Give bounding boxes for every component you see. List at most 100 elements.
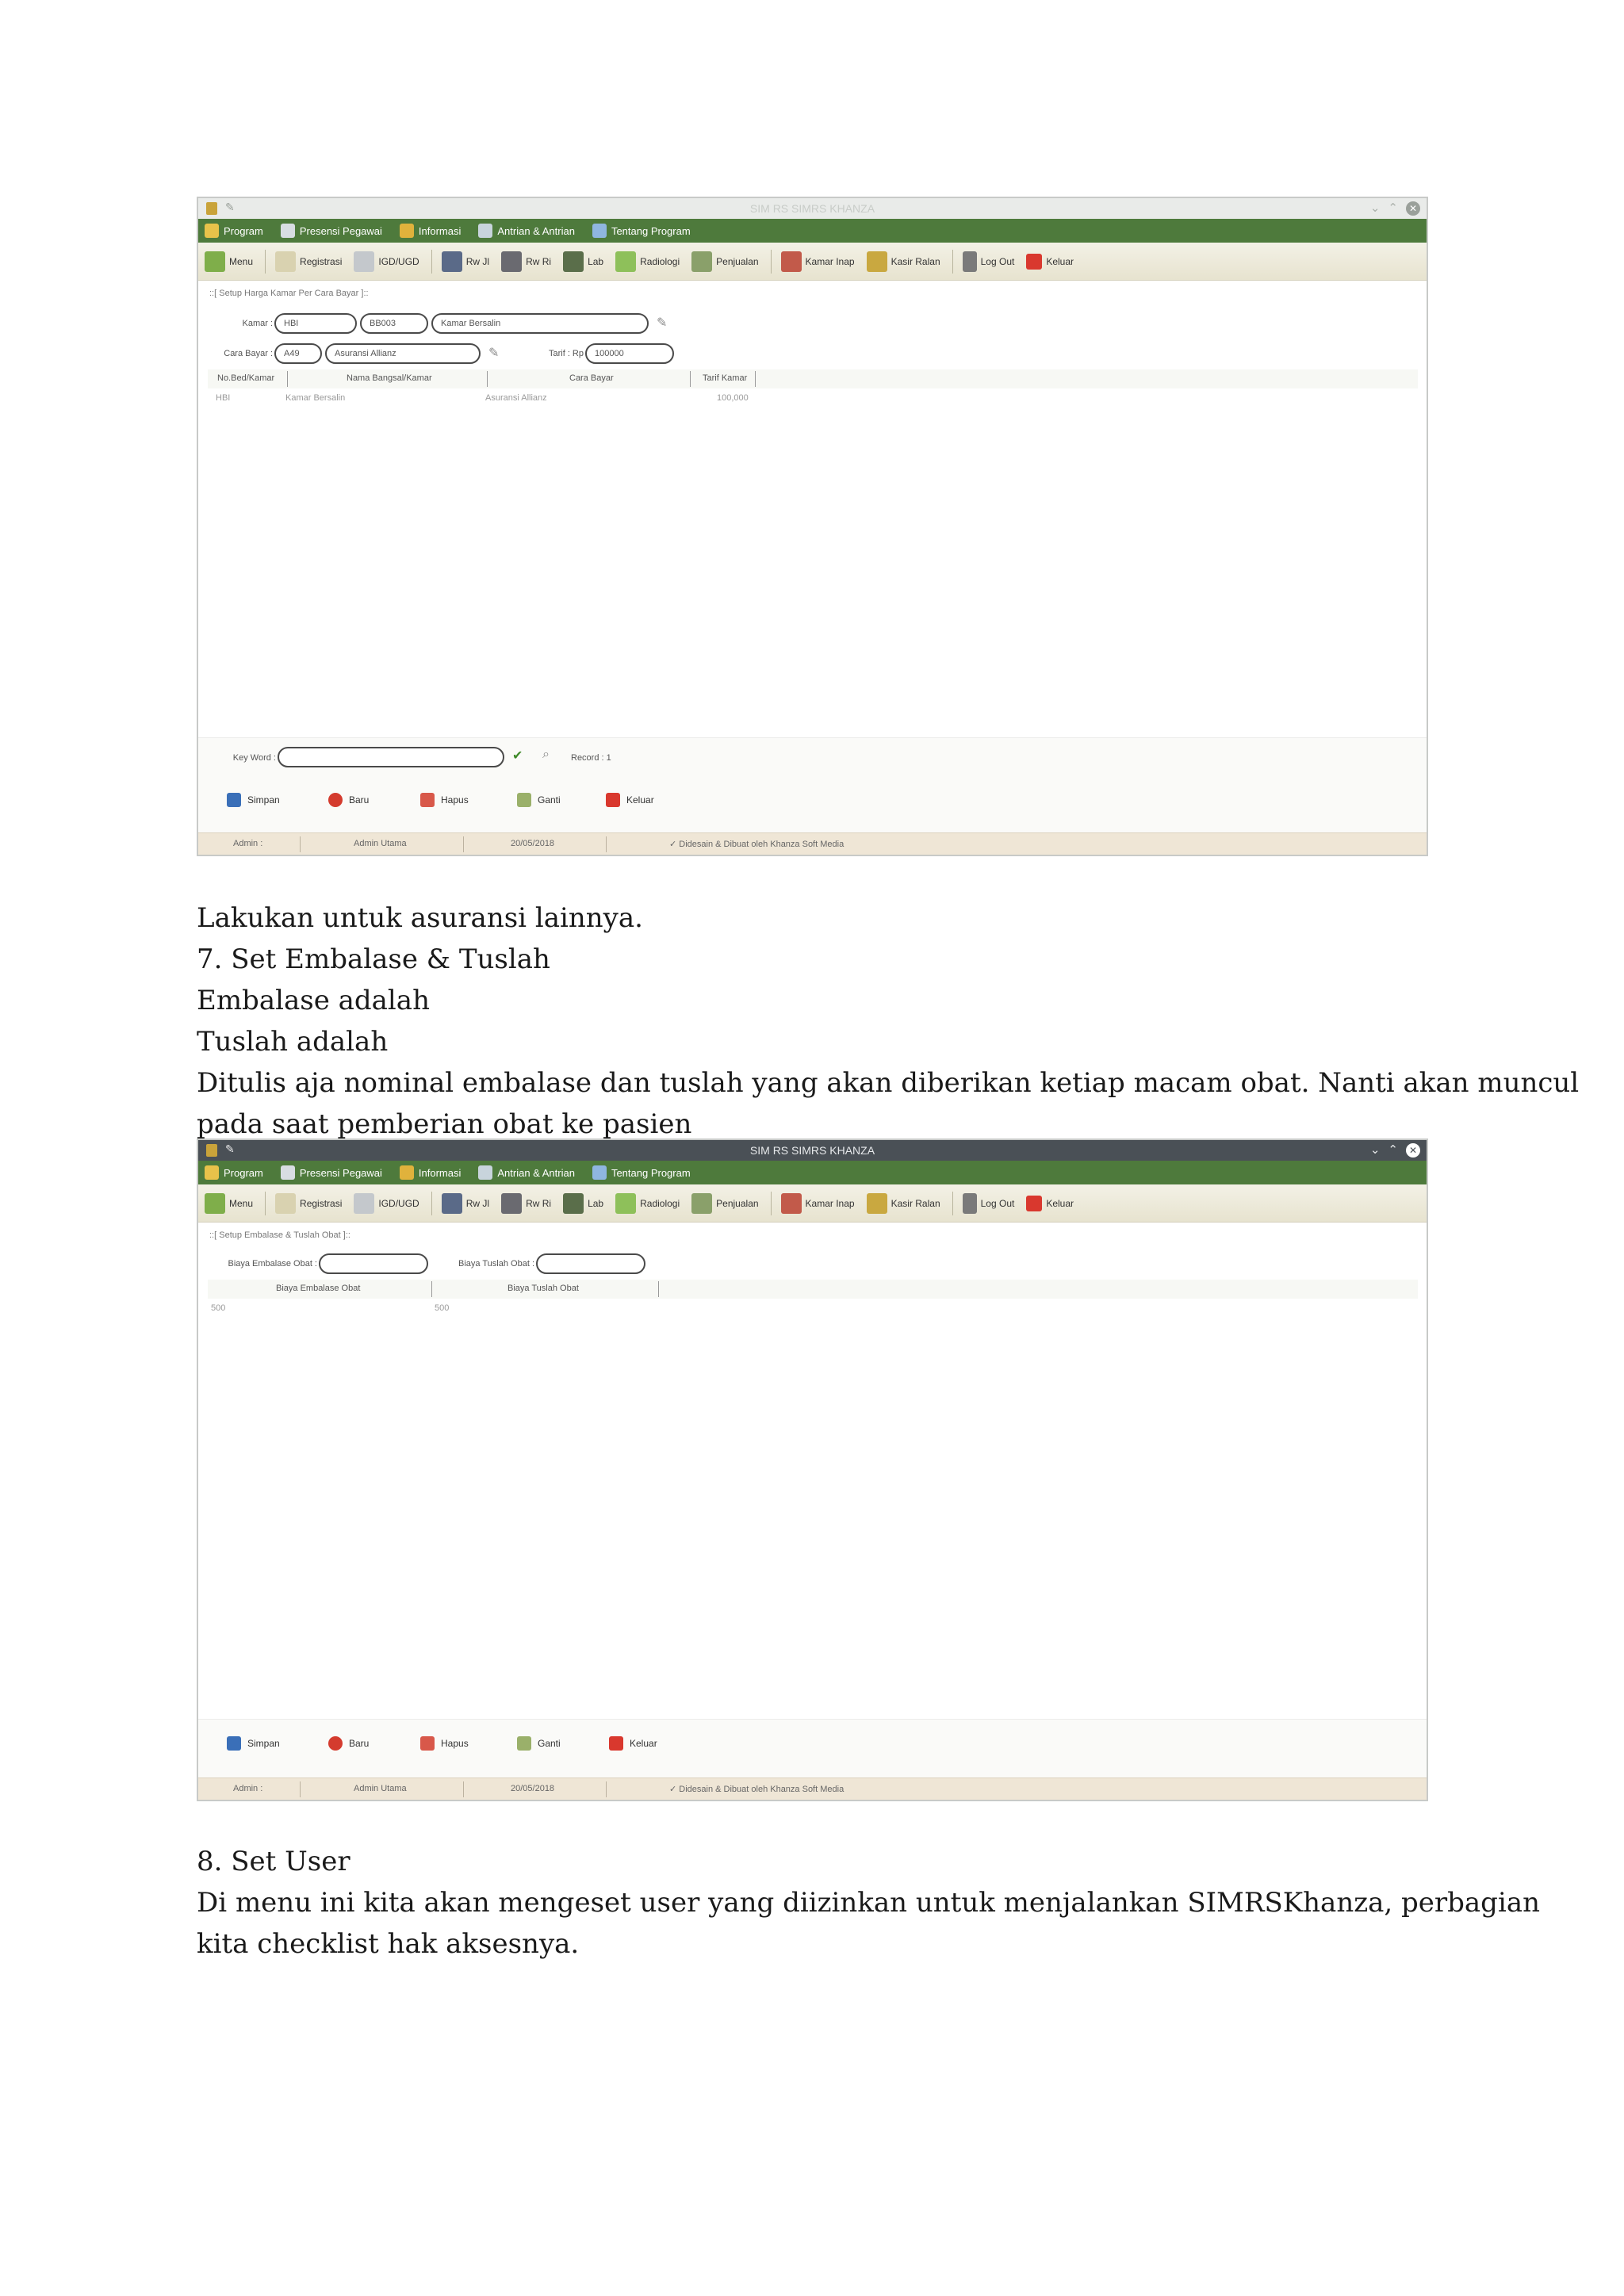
menu-antrian[interactable]: Antrian & Antrian: [478, 1165, 575, 1180]
col-header[interactable]: Cara Bayar: [569, 373, 614, 383]
menu-program[interactable]: Program: [205, 1165, 263, 1180]
exit-icon: [609, 1736, 623, 1751]
button-label: Simpan: [247, 1738, 280, 1749]
maximize-icon[interactable]: ⌃: [1388, 201, 1406, 215]
menu-bar: Program Presensi Pegawai Informasi Antri…: [198, 1161, 1427, 1184]
tuslah-label: Biaya Tuslah Obat :: [458, 1259, 534, 1269]
embalase-field[interactable]: [319, 1253, 428, 1274]
toolbar-kasir[interactable]: Kasir Ralan: [866, 1192, 940, 1214]
toolbar-label: Lab: [588, 255, 604, 267]
baru-button[interactable]: Baru: [328, 1736, 369, 1751]
minimize-icon[interactable]: ⌄: [1370, 1143, 1388, 1157]
menu-informasi[interactable]: Informasi: [399, 224, 461, 238]
toolbar-penjualan[interactable]: Penjualan: [691, 251, 759, 272]
menu-label: Antrian & Antrian: [497, 224, 575, 237]
pick-kamar-icon[interactable]: ✎: [657, 315, 667, 331]
toolbar-logout[interactable]: Log Out: [962, 251, 1015, 272]
toolbar-label: Radiologi: [640, 1197, 680, 1209]
button-label: Ganti: [538, 1738, 561, 1749]
lab-icon: [563, 251, 584, 272]
window-controls: ⌄⌃ ✕: [1370, 1142, 1420, 1158]
toolbar-lab[interactable]: Lab: [563, 251, 603, 272]
toolbar-label: Log Out: [980, 255, 1015, 267]
toolbar-penjualan[interactable]: Penjualan: [691, 1192, 759, 1214]
col-header[interactable]: Biaya Tuslah Obat: [508, 1284, 579, 1293]
toolbar-rawat-inap[interactable]: Rw Ri: [501, 1192, 551, 1214]
column-separator: [431, 1281, 432, 1297]
toolbar-label: Rw Ri: [526, 255, 552, 267]
cara-bayar-code-field[interactable]: A49: [274, 343, 322, 364]
toolbar-kamar-inap[interactable]: Kamar Inap: [780, 251, 855, 272]
toolbar-keluar[interactable]: Keluar: [1026, 1195, 1074, 1211]
toolbar-keluar[interactable]: Keluar: [1026, 253, 1074, 270]
menu-presensi[interactable]: Presensi Pegawai: [280, 224, 382, 238]
status-name: Admin Utama: [354, 839, 407, 848]
menu-presensi[interactable]: Presensi Pegawai: [280, 1165, 382, 1180]
keluar-button[interactable]: Keluar: [606, 793, 654, 807]
maximize-icon[interactable]: ⌃: [1388, 1143, 1406, 1157]
col-header[interactable]: Tarif Kamar: [703, 373, 747, 383]
col-header[interactable]: Biaya Embalase Obat: [276, 1284, 360, 1293]
close-icon[interactable]: ✕: [1406, 1143, 1420, 1158]
check-icon[interactable]: ✔: [512, 748, 523, 763]
menu-tentang[interactable]: Tentang Program: [592, 224, 691, 238]
baru-button[interactable]: Baru: [328, 793, 369, 807]
keluar-button[interactable]: Keluar: [609, 1736, 657, 1751]
toolbar-lab[interactable]: Lab: [563, 1192, 603, 1214]
toolbar-separator: [952, 249, 953, 274]
toolbar-radiologi[interactable]: Radiologi: [615, 1192, 680, 1214]
simpan-button[interactable]: Simpan: [227, 793, 280, 807]
tarif-field[interactable]: 100000: [585, 343, 674, 364]
toolbar-menu[interactable]: Menu: [205, 1192, 253, 1214]
toolbar-label: Rw Jl: [465, 1197, 490, 1209]
toolbar-label: Keluar: [1046, 1197, 1074, 1209]
menu-program[interactable]: Program: [205, 224, 263, 238]
menu-tentang[interactable]: Tentang Program: [592, 1165, 691, 1180]
toolbar-igd[interactable]: IGD/UGD: [354, 1192, 419, 1214]
keyword-field[interactable]: [278, 747, 504, 767]
logout-icon: [962, 251, 977, 272]
toolbar-igd[interactable]: IGD/UGD: [354, 251, 419, 272]
toolbar-kasir[interactable]: Kasir Ralan: [866, 251, 940, 272]
hapus-button[interactable]: Hapus: [420, 1736, 469, 1751]
col-header[interactable]: No.Bed/Kamar: [217, 373, 274, 383]
program-icon: [205, 224, 219, 238]
toolbar-label: IGD/UGD: [378, 1197, 419, 1209]
toolbar-kamar-inap[interactable]: Kamar Inap: [780, 1192, 855, 1214]
tuslah-field[interactable]: [536, 1253, 645, 1274]
col-header[interactable]: Nama Bangsal/Kamar: [347, 373, 432, 383]
toolbar-rawat-inap[interactable]: Rw Ri: [501, 251, 551, 272]
status-credit: ✓ Didesain & Dibuat oleh Khanza Soft Med…: [669, 840, 845, 849]
menu-antrian[interactable]: Antrian & Antrian: [478, 224, 575, 238]
toolbar-radiologi[interactable]: Radiologi: [615, 251, 680, 272]
kamar-name-field[interactable]: Kamar Bersalin: [431, 313, 649, 334]
cara-bayar-name-field[interactable]: Asuransi Allianz: [325, 343, 481, 364]
kamar-code-field[interactable]: HBI: [274, 313, 357, 334]
minimize-icon[interactable]: ⌄: [1370, 201, 1388, 215]
toolbar-logout[interactable]: Log Out: [962, 1192, 1014, 1214]
cell: 500: [211, 1303, 226, 1313]
button-label: Simpan: [247, 794, 280, 806]
toolbar-label: Menu: [229, 255, 254, 267]
pick-cara-bayar-icon[interactable]: ✎: [488, 345, 499, 361]
toolbar-registrasi[interactable]: Registrasi: [275, 1192, 342, 1214]
exit-icon: [606, 793, 620, 807]
toolbar-registrasi[interactable]: Registrasi: [275, 251, 342, 272]
toolbar-menu[interactable]: Menu: [205, 251, 253, 272]
cell: Asuransi Allianz: [485, 393, 547, 403]
menu-informasi[interactable]: Informasi: [399, 1165, 461, 1180]
toolbar-separator: [431, 249, 432, 274]
close-icon[interactable]: ✕: [1406, 201, 1420, 216]
search-icon[interactable]: ⌕: [542, 748, 550, 762]
ganti-button[interactable]: Ganti: [517, 793, 561, 807]
ganti-button[interactable]: Ganti: [517, 1736, 561, 1751]
simpan-button[interactable]: Simpan: [227, 1736, 280, 1751]
sales-icon: [691, 251, 713, 272]
hapus-button[interactable]: Hapus: [420, 793, 469, 807]
program-icon: [205, 1165, 219, 1180]
status-separator: [463, 836, 464, 852]
toolbar-rawat-jalan[interactable]: Rw Jl: [441, 251, 489, 272]
inpatient-icon: [501, 251, 523, 272]
kamar-bed-field[interactable]: BB003: [360, 313, 428, 334]
toolbar-rawat-jalan[interactable]: Rw Jl: [441, 1192, 490, 1214]
